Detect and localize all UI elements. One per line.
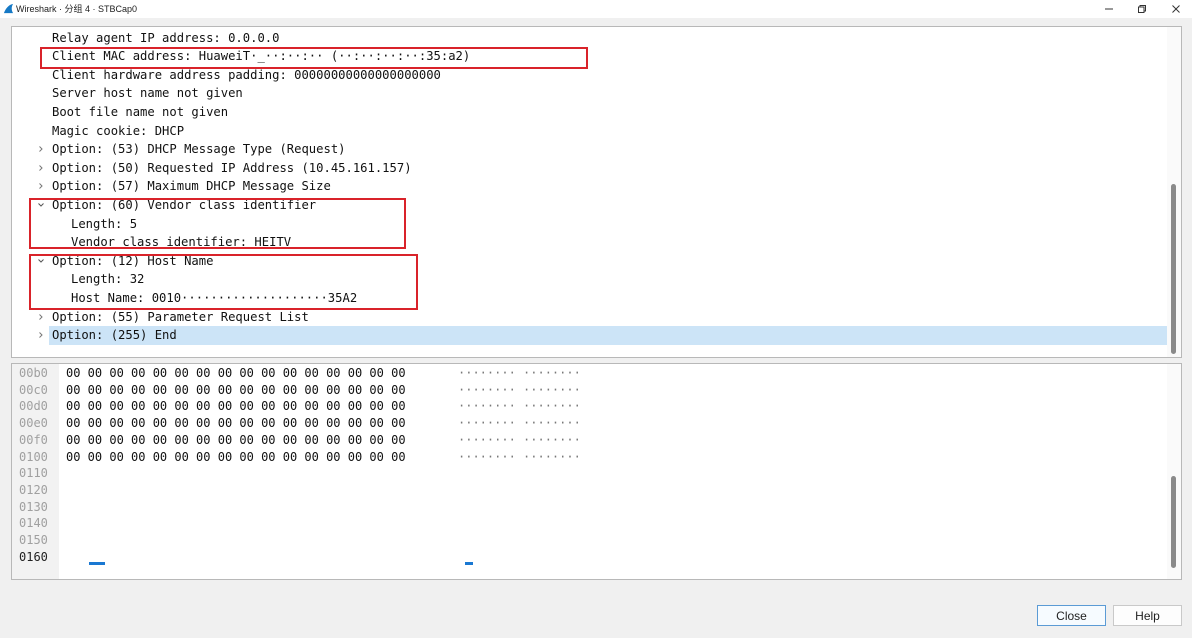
tree-row[interactable]: Length: 5 xyxy=(12,215,1168,234)
byte-offset: 00e0 xyxy=(19,416,48,431)
byte-ascii[interactable]: ········ ········ xyxy=(458,365,581,382)
byte-offset: 0150 xyxy=(19,533,48,547)
wireshark-fin-icon xyxy=(3,3,14,14)
chevron-right-icon[interactable] xyxy=(36,312,46,322)
tree-row[interactable]: Option: (53) DHCP Message Type (Request) xyxy=(12,140,1168,159)
tree-row[interactable]: Relay agent IP address: 0.0.0.0 xyxy=(12,29,1168,48)
packet-detail-tree[interactable]: Relay agent IP address: 0.0.0.0 Client MA… xyxy=(11,26,1182,358)
tree-row-text: Option: (12) Host Name xyxy=(52,253,214,268)
close-window-button[interactable] xyxy=(1161,0,1191,18)
restore-button[interactable] xyxy=(1127,0,1157,18)
tree-row-text: Option: (60) Vendor class identifier xyxy=(52,197,317,212)
byte-hex[interactable]: 00 00 00 00 00 00 00 00 00 00 00 00 00 0… xyxy=(66,432,406,449)
byte-offset: 00c0 xyxy=(19,382,48,397)
byte-hex[interactable]: 00 00 00 00 00 00 00 00 00 00 00 00 00 0… xyxy=(66,449,406,466)
bytes-scrollbar[interactable] xyxy=(1167,364,1181,579)
help-button[interactable]: Help xyxy=(1113,605,1182,626)
tree-row[interactable]: Boot file name not given xyxy=(12,103,1168,122)
tree-row[interactable]: Option: (60) Vendor class identifier xyxy=(12,196,1168,215)
tree-row-text: Magic cookie: DHCP xyxy=(52,123,185,138)
tree-scrollbar[interactable] xyxy=(1167,27,1181,357)
tree-row[interactable]: Host Name: 0010····················35A2 xyxy=(12,289,1168,308)
byte-ascii[interactable]: ········ ········ xyxy=(458,415,581,432)
byte-ascii[interactable]: ········ ········ xyxy=(458,382,581,399)
tree-row-text: Vendor class identifier: HEITV xyxy=(71,235,292,250)
chevron-right-icon[interactable] xyxy=(36,330,46,340)
tree-row[interactable]: Vendor class identifier: HEITV xyxy=(12,233,1168,252)
title-bar: Wireshark · 分组 4 · STBCap0 xyxy=(0,0,1192,18)
tree-row[interactable]: Magic cookie: DHCP xyxy=(12,122,1168,141)
tree-row[interactable]: Option: (55) Parameter Request List xyxy=(12,308,1168,327)
byte-offset: 0110 xyxy=(19,466,48,481)
tree-row-text: Client hardware address padding: 0000000… xyxy=(52,67,441,82)
tree-row-text: Length: 5 xyxy=(71,216,138,231)
tree-row[interactable]: Client MAC address: HuaweiT·_··:··:·· (·… xyxy=(12,47,1168,66)
tree-row[interactable]: Option: (57) Maximum DHCP Message Size xyxy=(12,177,1168,196)
packet-bytes-pane[interactable]: 00b0 00 00 00 00 00 00 00 00 00 00 00 00 … xyxy=(11,363,1182,580)
byte-ascii[interactable]: ········ ········ xyxy=(458,432,581,449)
byte-offset: 0160 xyxy=(19,549,48,564)
byte-row[interactable]: 0110 xyxy=(12,465,1162,482)
byte-offset: 00b0 xyxy=(19,366,48,380)
byte-ascii[interactable]: ········ ········ xyxy=(458,398,581,415)
tree-row-text: Host Name: 0010····················35A2 xyxy=(71,290,358,305)
tree-row[interactable]: Server host name not given xyxy=(12,84,1168,103)
byte-hex[interactable]: 00 00 00 00 00 00 00 00 00 00 00 00 00 0… xyxy=(66,398,406,415)
tree-row[interactable]: Option: (12) Host Name xyxy=(12,252,1168,271)
tree-row-text: Option: (255) End xyxy=(52,328,177,343)
byte-hex[interactable]: 00 00 00 00 00 00 00 00 00 00 00 00 00 0… xyxy=(66,415,406,432)
selected-byte-marker-hex xyxy=(89,562,105,565)
tree-row-text: Option: (57) Maximum DHCP Message Size xyxy=(52,179,331,194)
restore-icon xyxy=(1138,5,1146,13)
tree-row[interactable]: Option: (255) End xyxy=(39,326,1168,345)
tree-row-text: Length: 32 xyxy=(71,272,145,287)
bytes-scrollbar-thumb[interactable] xyxy=(1171,476,1176,568)
byte-row[interactable]: 00e0 00 00 00 00 00 00 00 00 00 00 00 00 … xyxy=(12,415,1162,432)
chevron-right-icon[interactable] xyxy=(36,163,46,173)
tree-row-text: Relay agent IP address: 0.0.0.0 xyxy=(52,30,280,45)
tree-row-text: Option: (53) DHCP Message Type (Request) xyxy=(52,142,346,157)
minimize-button[interactable] xyxy=(1094,0,1124,18)
byte-hex[interactable]: 00 00 00 00 00 00 00 00 00 00 00 00 00 0… xyxy=(66,365,406,382)
tree-row-text: Option: (50) Requested IP Address (10.45… xyxy=(52,160,412,175)
redacted-bytes-area xyxy=(66,482,458,568)
byte-offset: 0100 xyxy=(19,449,48,464)
byte-row[interactable]: 00f0 00 00 00 00 00 00 00 00 00 00 00 00 … xyxy=(12,432,1162,449)
byte-row[interactable]: 00c0 00 00 00 00 00 00 00 00 00 00 00 00 … xyxy=(12,382,1162,399)
tree-scrollbar-thumb[interactable] xyxy=(1171,184,1176,354)
chevron-down-icon[interactable] xyxy=(36,200,46,210)
byte-row[interactable]: 0100 00 00 00 00 00 00 00 00 00 00 00 00 … xyxy=(12,449,1162,466)
chevron-down-icon[interactable] xyxy=(36,256,46,266)
byte-offset: 0140 xyxy=(19,516,48,531)
tree-row[interactable]: Length: 32 xyxy=(12,270,1168,289)
chevron-right-icon[interactable] xyxy=(36,144,46,154)
byte-offset: 00f0 xyxy=(19,432,48,447)
tree-row[interactable]: Option: (50) Requested IP Address (10.45… xyxy=(12,159,1168,178)
byte-offset: 00d0 xyxy=(19,399,48,414)
byte-offset: 0130 xyxy=(19,499,48,514)
tree-row-text: Server host name not given xyxy=(52,86,243,101)
selected-byte-marker-ascii xyxy=(465,562,473,565)
tree-row-text: Option: (55) Parameter Request List xyxy=(52,309,309,324)
close-icon xyxy=(1172,5,1180,13)
minimize-icon xyxy=(1105,8,1113,10)
tree-row-text: Boot file name not given xyxy=(52,104,229,119)
tree-row-text: Client MAC address: HuaweiT·_··:··:·· (·… xyxy=(52,49,471,64)
byte-row[interactable]: 00b0 00 00 00 00 00 00 00 00 00 00 00 00 … xyxy=(12,365,1162,382)
byte-row[interactable]: 00d0 00 00 00 00 00 00 00 00 00 00 00 00 … xyxy=(12,398,1162,415)
close-button[interactable]: Close xyxy=(1037,605,1106,626)
byte-ascii[interactable]: ········ ········ xyxy=(458,449,581,466)
byte-offset: 0120 xyxy=(19,482,48,497)
chevron-right-icon[interactable] xyxy=(36,181,46,191)
tree-row[interactable]: Client hardware address padding: 0000000… xyxy=(12,66,1168,85)
window-title: Wireshark · 分组 4 · STBCap0 xyxy=(16,4,138,14)
byte-hex[interactable]: 00 00 00 00 00 00 00 00 00 00 00 00 00 0… xyxy=(66,382,406,399)
